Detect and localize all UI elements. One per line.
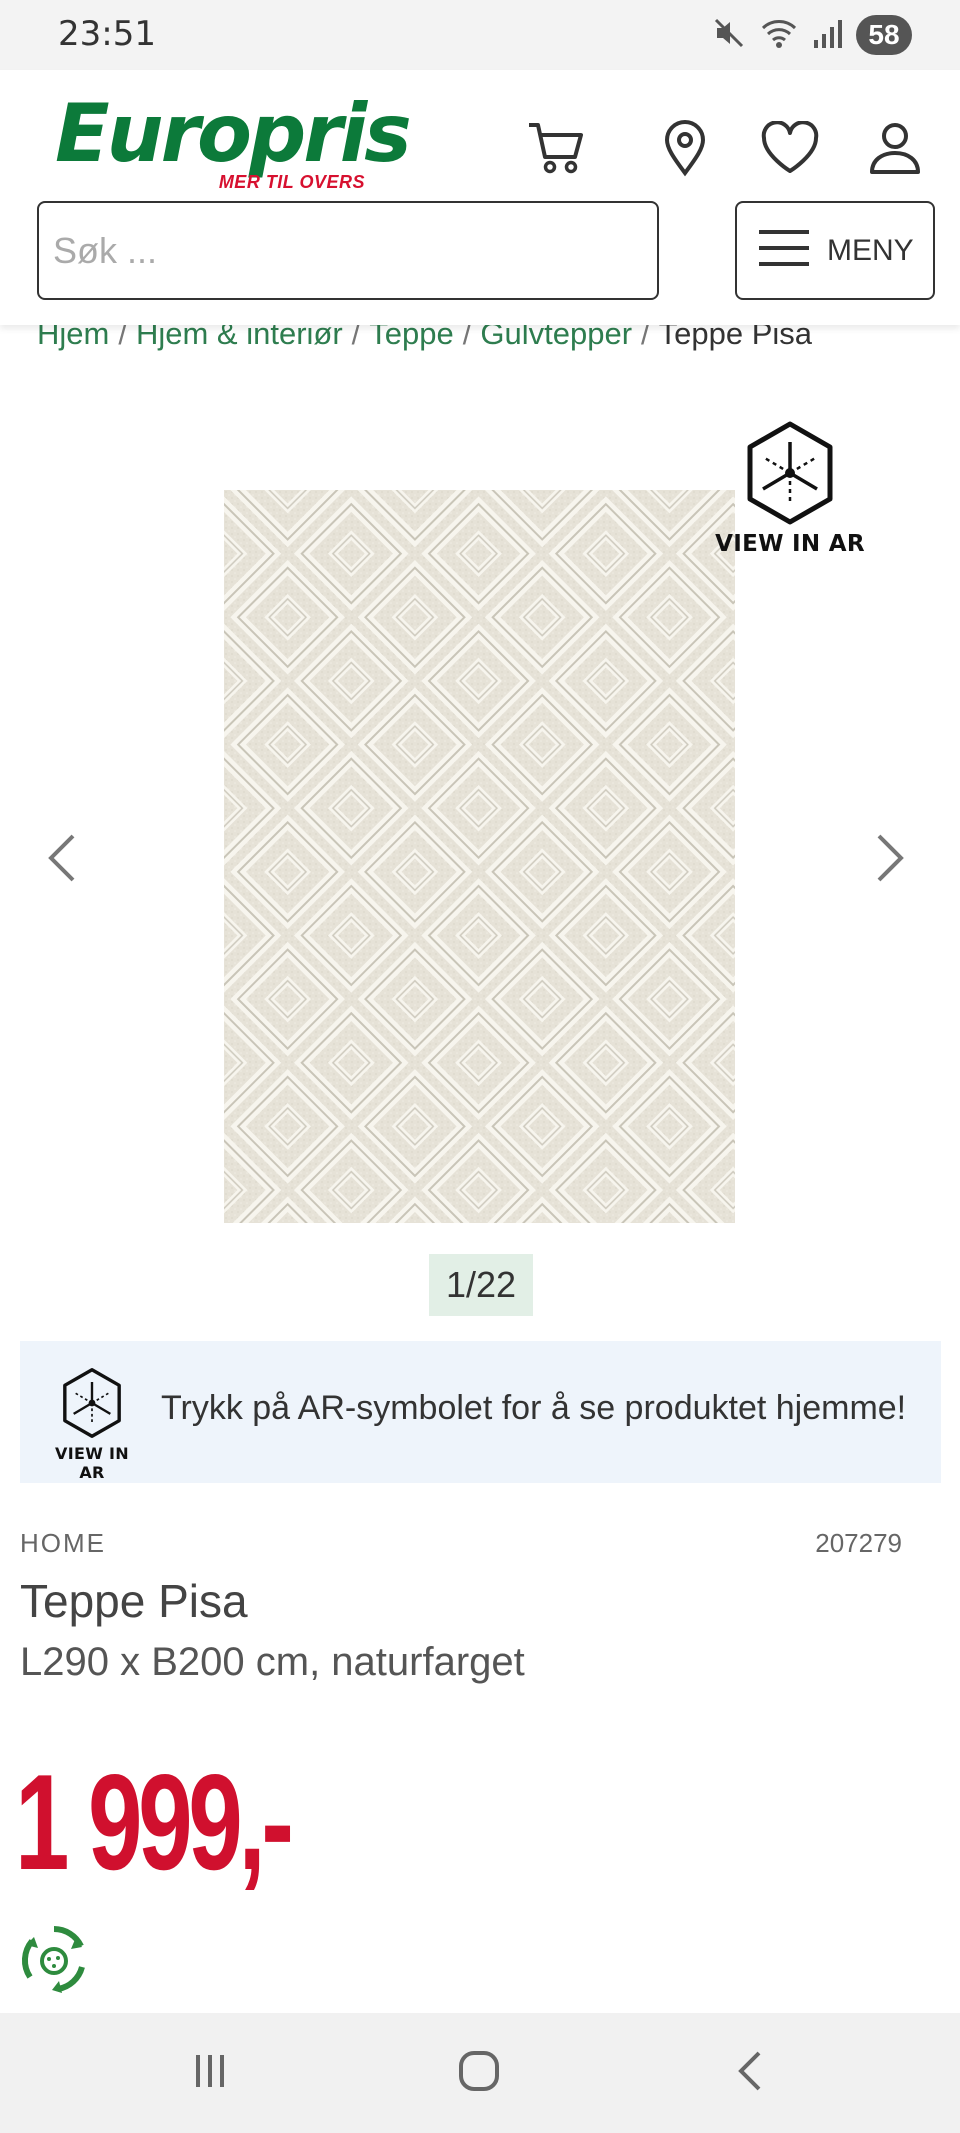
rug-pattern	[224, 490, 735, 1223]
product-sku: 207279	[815, 1528, 902, 1558]
previous-image-button[interactable]	[32, 820, 92, 900]
ar-cube-icon	[59, 1368, 125, 1443]
product-description: L290 x B200 cm, naturfarget	[20, 1640, 525, 1684]
menu-button[interactable]: MENY	[735, 201, 935, 300]
chevron-right-icon	[875, 833, 905, 888]
ar-banner-message: Trykk på AR-symbolet for å se produktet …	[161, 1389, 907, 1427]
location-pin-icon	[663, 119, 707, 182]
search-input[interactable]	[39, 203, 657, 298]
product-gallery: VIEW IN AR	[0, 380, 960, 1320]
product-brand: HOME	[20, 1528, 106, 1558]
view-in-ar-button[interactable]: VIEW IN AR	[710, 420, 870, 557]
heart-icon	[760, 119, 820, 180]
product-title: Teppe Pisa	[20, 1575, 248, 1627]
view-in-ar-label: VIEW IN AR	[715, 531, 865, 557]
home-circle-icon	[457, 2049, 501, 2098]
system-nav-bar	[0, 2013, 960, 2133]
mute-icon	[712, 16, 746, 55]
chevron-left-icon	[47, 833, 77, 888]
battery-indicator: 58	[856, 15, 912, 55]
wifi-icon	[760, 16, 798, 55]
status-bar: 23:51 58	[0, 0, 960, 70]
image-counter: 1/22	[429, 1254, 533, 1316]
view-in-ar-badge[interactable]: VIEW IN AR	[42, 1367, 142, 1482]
ar-badge-label: VIEW IN AR	[55, 1444, 129, 1482]
status-time: 23:51	[58, 14, 156, 54]
back-chevron-icon	[735, 2049, 765, 2098]
hamburger-icon	[759, 228, 809, 273]
menu-label: MENY	[827, 233, 914, 267]
cart-button[interactable]	[521, 115, 591, 185]
recent-apps-button[interactable]	[180, 2043, 240, 2103]
europris-logo[interactable]: Europris MER TIL OVERS	[55, 87, 412, 193]
logo-text: Europris	[55, 87, 412, 180]
wishlist-button[interactable]	[755, 115, 825, 185]
search-box[interactable]	[37, 201, 659, 300]
ar-cube-icon	[742, 421, 838, 530]
logo-tagline: MER TIL OVERS	[218, 172, 365, 192]
store-locator-button[interactable]	[650, 115, 720, 185]
ar-info-banner: VIEW IN AR Trykk på AR-symbolet for å se…	[20, 1341, 941, 1483]
site-header: Europris MER TIL OVERS MENY	[0, 70, 960, 325]
eco-recycle-icon	[18, 1923, 90, 1995]
product-price: 1 999,-	[15, 1746, 294, 1898]
next-image-button[interactable]	[860, 820, 920, 900]
status-icons: 58	[712, 12, 912, 58]
account-button[interactable]	[860, 115, 930, 185]
back-button[interactable]	[720, 2043, 780, 2103]
signal-icon	[812, 16, 842, 55]
home-button[interactable]	[449, 2043, 509, 2103]
recent-apps-icon	[190, 2051, 230, 2096]
cart-icon	[526, 120, 586, 181]
product-image[interactable]	[224, 490, 735, 1223]
user-icon	[867, 120, 923, 181]
